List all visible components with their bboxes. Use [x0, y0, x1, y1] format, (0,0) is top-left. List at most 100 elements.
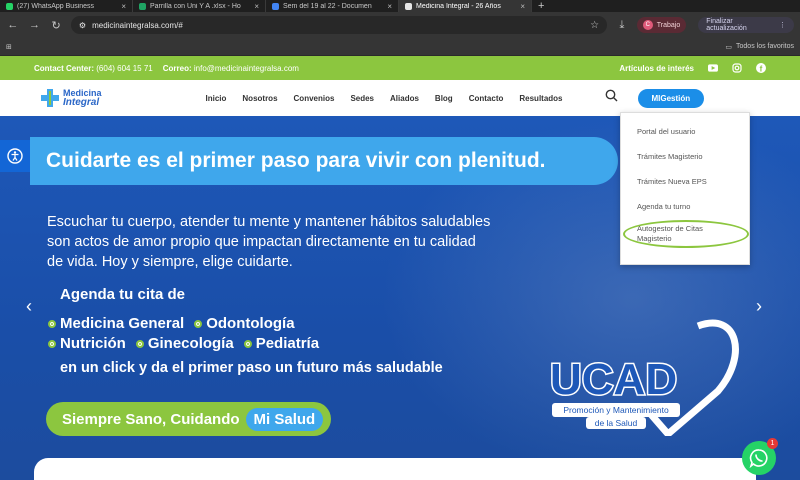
back-arrow-icon[interactable]: ← [6, 19, 20, 31]
nav-item-sedes[interactable]: Sedes [350, 94, 374, 103]
tab-docs[interactable]: Sem del 19 al 22 - Documen × [266, 0, 399, 12]
service-label: Pediatría [255, 335, 320, 352]
more-vertical-icon[interactable]: ⋮ [779, 21, 786, 29]
bullet-icon [48, 340, 56, 348]
tab-whatsapp[interactable]: (27) WhatsApp Business × [0, 0, 133, 12]
slider-prev-icon[interactable]: ‹ [26, 296, 32, 317]
medical-cross-icon [41, 89, 59, 107]
main-nav: Medicina Integral Inicio Nosotros Conven… [0, 80, 800, 116]
site-top-bar: Contact Center: (604) 604 15 71 Correo: … [0, 56, 800, 80]
nav-item-contacto[interactable]: Contacto [469, 94, 504, 103]
email-link[interactable]: info@medicinaintegralsa.com [194, 64, 299, 73]
hero-paragraph: Escuchar tu cuerpo, atender tu mente y m… [47, 212, 567, 272]
menu-item-agenda-turno[interactable]: Agenda tu turno [621, 194, 749, 219]
bookmark-star-icon[interactable]: ☆ [590, 20, 599, 31]
new-tab-button[interactable]: + [532, 0, 550, 12]
nav-item-blog[interactable]: Blog [435, 94, 453, 103]
profile-button[interactable]: C Trabajo [636, 17, 687, 33]
profile-avatar: C [642, 20, 653, 30]
close-icon[interactable]: × [254, 2, 259, 11]
services-list: Medicina General Odontología Nutrición G… [48, 314, 319, 354]
whatsapp-icon [6, 2, 13, 10]
bullet-icon [243, 340, 252, 348]
profile-label: Trabajo [656, 21, 681, 29]
notification-badge: 1 [767, 438, 778, 449]
email: Correo: info@medicinaintegralsa.com [163, 64, 299, 73]
bookmarks-bar: ⊞ ▭ Todos los favoritos [0, 38, 800, 56]
agenda-heading: Agenda tu cita de [60, 286, 186, 303]
hero-headline: Cuidarte es el primer paso para vivir co… [30, 137, 618, 185]
ucad-logo: UCAD UCAD Promoción y Mantenimiento de l… [549, 319, 739, 436]
apps-grid-icon[interactable]: ⊞ [6, 43, 12, 51]
tab-medicina-integral[interactable]: Medicina Integral - 26 Años × [399, 0, 532, 12]
nav-item-inicio[interactable]: Inicio [206, 94, 227, 103]
bullet-icon [194, 320, 203, 328]
site-favicon-icon [405, 2, 412, 10]
youtube-icon[interactable] [708, 63, 718, 73]
update-label: Finalizar actualización [706, 18, 747, 32]
menu-item-portal-usuario[interactable]: Portal del usuario [621, 119, 749, 144]
service-label: Ginecología [147, 335, 234, 352]
browser-tab-bar: (27) WhatsApp Business × Parrilla con Un… [0, 0, 800, 12]
tab-sheets[interactable]: Parrilla con Uni Y A .xlsx - Ho × [133, 0, 266, 12]
whatsapp-icon [749, 449, 768, 468]
nav-item-convenios[interactable]: Convenios [294, 94, 335, 103]
all-bookmarks-button[interactable]: ▭ Todos los favoritos [725, 43, 794, 51]
close-icon[interactable]: × [121, 2, 126, 11]
click-line: en un click y da el primer paso un futur… [60, 360, 443, 376]
service-item: Pediatría [243, 334, 320, 354]
content-card [34, 458, 756, 480]
migestion-button[interactable]: MIGestión [637, 88, 705, 108]
contact-phone[interactable]: (604) 604 15 71 [96, 64, 153, 73]
close-icon[interactable]: × [387, 2, 392, 11]
tab-label: Medicina Integral - 26 Años [416, 2, 501, 10]
slogan-text: Siempre Sano, Cuidando [62, 410, 240, 428]
service-item: Nutrición [48, 334, 126, 354]
facebook-icon[interactable]: f [756, 63, 766, 73]
site-info-icon[interactable]: ⚙ [79, 21, 86, 30]
service-item: Ginecología [135, 334, 234, 354]
service-item: Odontología [194, 314, 295, 334]
ucad-title-fill: UCAD [550, 355, 677, 404]
menu-item-tramites-magisterio[interactable]: Trámites Magisterio [621, 144, 749, 169]
ucad-subtitle-1: Promoción y Mantenimiento [563, 405, 669, 415]
nav-menu: Inicio Nosotros Convenios Sedes Aliados … [206, 94, 563, 103]
url-input[interactable]: ⚙ medicinaintegralsa.com/# ☆ [70, 16, 608, 34]
svg-text:f: f [760, 65, 763, 74]
ucad-subtitle-2: de la Salud [595, 418, 638, 428]
nav-item-aliados[interactable]: Aliados [390, 94, 419, 103]
address-bar-row: ← → ↻ ⚙ medicinaintegralsa.com/# ☆ ⤓ C T… [0, 12, 800, 38]
menu-item-autogestor-citas[interactable]: Autogestor de Citas Magisterio [621, 219, 749, 249]
service-label: Medicina General [60, 315, 185, 332]
sheets-icon [139, 2, 146, 10]
slider-next-icon[interactable]: › [756, 296, 762, 317]
accessibility-icon [7, 148, 23, 164]
tab-label: Sem del 19 al 22 - Documen [283, 2, 372, 10]
close-icon[interactable]: × [520, 2, 525, 11]
paragraph-line: Escuchar tu cuerpo, atender tu mente y m… [47, 214, 491, 230]
contact-center: Contact Center: (604) 604 15 71 [34, 64, 153, 73]
service-label: Nutrición [60, 335, 126, 352]
menu-item-tramites-nueva-eps[interactable]: Trámites Nueva EPS [621, 169, 749, 194]
reload-icon[interactable]: ↻ [49, 19, 63, 32]
slogan-badge: Siempre Sano, Cuidando Mi Salud [46, 402, 332, 436]
nav-item-resultados[interactable]: Resultados [519, 94, 562, 103]
forward-arrow-icon[interactable]: → [28, 19, 42, 31]
articles-link[interactable]: Artículos de interés [619, 64, 694, 73]
site-logo[interactable]: Medicina Integral [40, 88, 102, 108]
logo-line2: Integral [63, 97, 100, 108]
bullet-icon [135, 340, 144, 348]
contact-label: Contact Center: [34, 63, 95, 73]
nav-item-nosotros[interactable]: Nosotros [242, 94, 277, 103]
download-icon[interactable]: ⤓ [615, 19, 629, 32]
slogan-highlight: Mi Salud [245, 407, 324, 431]
tab-label: (27) WhatsApp Business [17, 2, 95, 10]
instagram-icon[interactable] [732, 63, 742, 73]
whatsapp-float-button[interactable]: 1 [742, 438, 778, 475]
paragraph-line: son actos de amor propio que impactan di… [47, 234, 476, 250]
search-icon[interactable] [605, 89, 618, 107]
accessibility-button[interactable] [0, 140, 30, 172]
finish-update-button[interactable]: Finalizar actualización ⋮ [698, 17, 795, 33]
docs-icon [272, 2, 279, 10]
folder-icon: ▭ [725, 43, 733, 51]
